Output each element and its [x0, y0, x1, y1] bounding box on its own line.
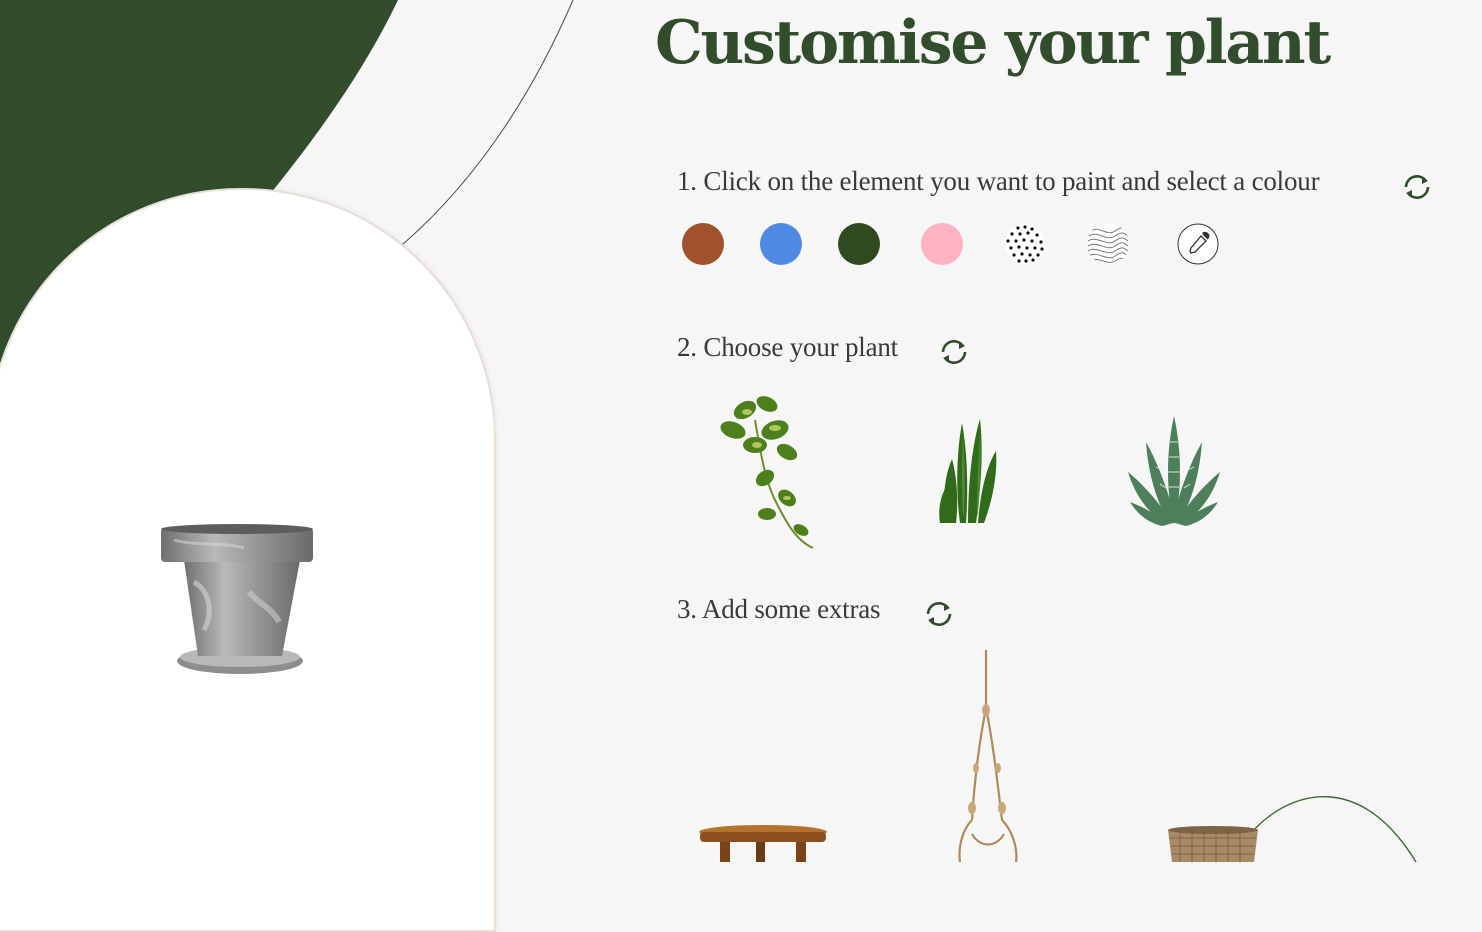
swatch-dots-pattern[interactable]	[1004, 223, 1046, 265]
refresh-icon	[926, 602, 952, 626]
extra-option-stool[interactable]	[698, 824, 830, 866]
stool-icon	[699, 825, 827, 862]
corner-curve-line	[1251, 796, 1417, 862]
reset-colour-button[interactable]	[1398, 168, 1436, 206]
basket-icon	[1168, 826, 1258, 862]
plant-option-cactus[interactable]	[938, 415, 1004, 531]
swatch-terracotta[interactable]	[682, 223, 724, 265]
dots-pattern-icon	[1005, 224, 1045, 264]
clay-pot-icon	[161, 524, 313, 674]
swatch-pink[interactable]	[921, 223, 963, 265]
eyedropper-icon	[1177, 223, 1219, 265]
plant-option-pothos[interactable]	[705, 390, 825, 559]
waves-pattern-icon	[1087, 224, 1129, 264]
plant-option-aloe[interactable]	[1126, 412, 1222, 534]
step-extras-label: 3. Add some extras	[677, 594, 881, 624]
step-plant-label: 2. Choose your plant	[677, 332, 898, 362]
thin-curve-line	[389, 0, 574, 256]
swatch-dark-green[interactable]	[838, 223, 880, 265]
step-colour-label: 1. Click on the element you want to pain…	[677, 166, 1320, 196]
extra-option-macrame[interactable]	[952, 648, 1024, 866]
reset-extras-button[interactable]	[920, 595, 958, 633]
refresh-icon	[941, 340, 967, 364]
page-title: Customise your plant	[655, 8, 1331, 78]
pothos-plant-icon	[720, 396, 814, 549]
refresh-icon	[1404, 175, 1430, 199]
swatch-waves-pattern[interactable]	[1087, 223, 1129, 265]
swatch-blue[interactable]	[760, 223, 802, 265]
preview-pot[interactable]	[154, 512, 322, 682]
macrame-hanger-icon	[958, 650, 1018, 863]
reset-plant-button[interactable]	[935, 333, 973, 371]
cactus-plant-icon	[939, 419, 997, 523]
aloe-plant-icon	[1128, 416, 1220, 526]
swatch-custom-colour[interactable]	[1177, 223, 1219, 265]
extra-option-basket[interactable]	[1166, 826, 1260, 866]
